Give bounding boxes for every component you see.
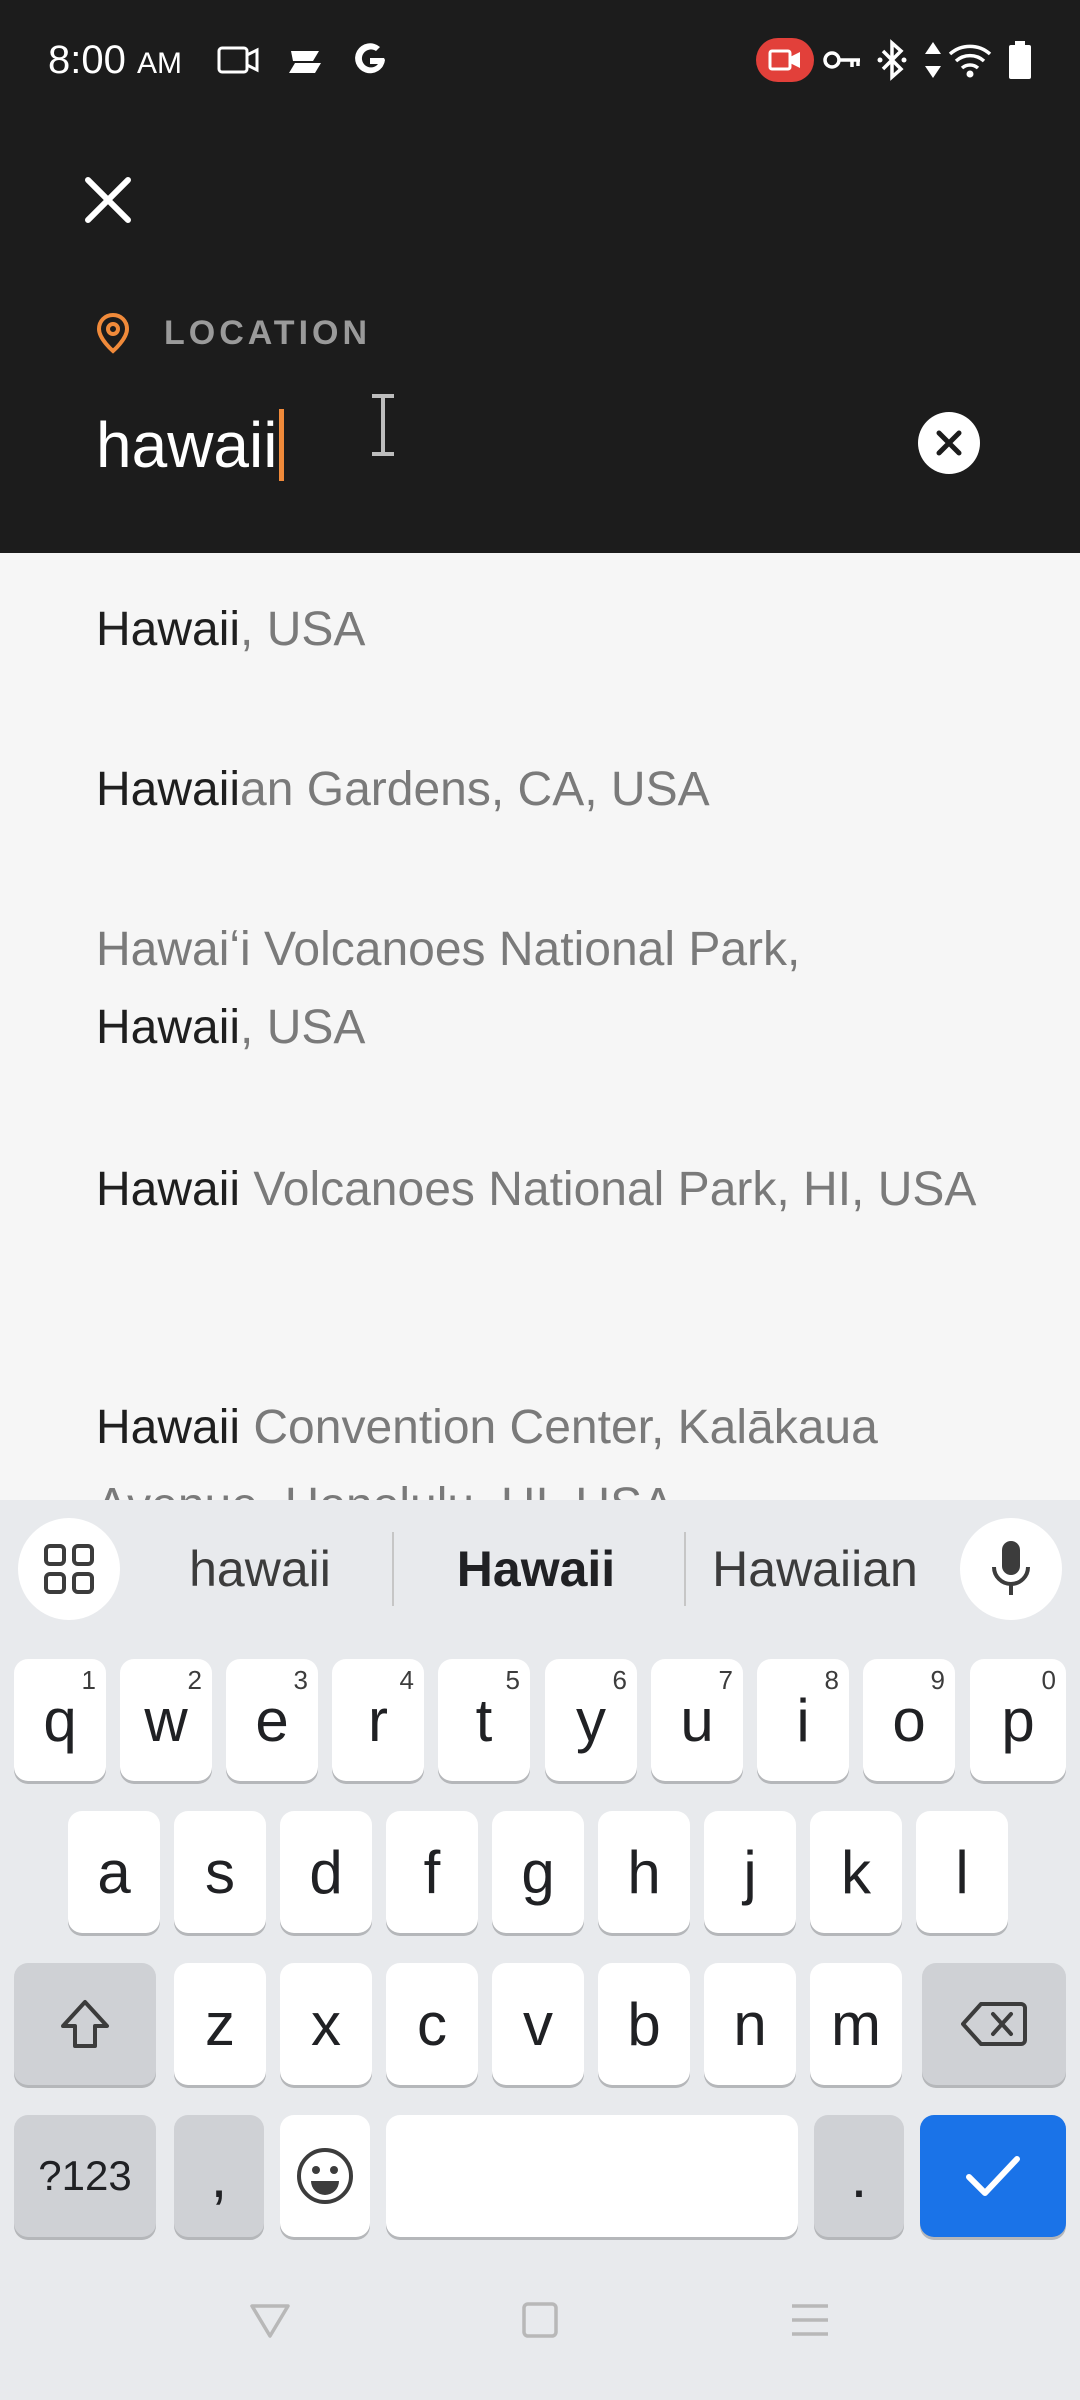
- google-icon: [348, 38, 392, 82]
- back-icon[interactable]: [246, 2296, 294, 2344]
- result-item[interactable]: Hawaii, USA: [96, 591, 996, 669]
- key-y[interactable]: y6: [545, 1659, 637, 1781]
- shift-icon: [61, 2000, 109, 2048]
- period-key[interactable]: .: [814, 2115, 904, 2237]
- key-a[interactable]: a: [68, 1811, 160, 1933]
- key-i[interactable]: i8: [757, 1659, 849, 1781]
- key-f[interactable]: f: [386, 1811, 478, 1933]
- wifi-icon: [946, 38, 994, 82]
- enter-key[interactable]: [920, 2115, 1066, 2237]
- key-e[interactable]: e3: [226, 1659, 318, 1781]
- key-m[interactable]: m: [810, 1963, 902, 2085]
- voice-input-button[interactable]: [960, 1518, 1062, 1620]
- symbols-key[interactable]: ?123: [14, 2115, 156, 2237]
- recents-menu-icon[interactable]: [786, 2296, 834, 2344]
- suggestion-3[interactable]: Hawaiian: [690, 1540, 940, 1600]
- space-key[interactable]: [386, 2115, 798, 2237]
- key-n[interactable]: n: [704, 1963, 796, 2085]
- key-s[interactable]: s: [174, 1811, 266, 1933]
- key-d[interactable]: d: [280, 1811, 372, 1933]
- result-item[interactable]: Hawaiian Gardens, CA, USA: [96, 751, 996, 829]
- status-time: 8:00 AM: [48, 38, 182, 82]
- navigation-bar: [0, 2236, 1080, 2400]
- emoji-icon: [297, 2148, 353, 2204]
- key-g[interactable]: g: [492, 1811, 584, 1933]
- apps-grid-button[interactable]: [18, 1518, 120, 1620]
- shift-key[interactable]: [14, 1963, 156, 2085]
- key-x[interactable]: x: [280, 1963, 372, 2085]
- location-pin-icon: [96, 312, 130, 354]
- bluetooth-icon: [872, 38, 912, 82]
- location-label: LOCATION: [164, 313, 372, 352]
- suggestion-divider: [392, 1532, 394, 1606]
- location-search-input[interactable]: hawaii: [96, 400, 856, 490]
- key-u[interactable]: u7: [651, 1659, 743, 1781]
- close-button[interactable]: [78, 170, 138, 230]
- clear-search-button[interactable]: [918, 412, 980, 474]
- suggestion-strip: hawaii Hawaii Hawaiian: [0, 1500, 1080, 1640]
- result-item[interactable]: Hawaii Convention Center, Kalākaua Avenu…: [96, 1389, 996, 1500]
- suggestion-2[interactable]: Hawaii: [400, 1540, 672, 1600]
- status-bar: 8:00 AM: [0, 0, 1080, 120]
- backspace-icon: [961, 2002, 1027, 2046]
- checkmark-icon: [966, 2156, 1020, 2196]
- battery-icon: [1004, 38, 1036, 82]
- screen-record-icon: [216, 38, 260, 82]
- text-caret: [279, 409, 285, 481]
- key-p[interactable]: p0: [970, 1659, 1066, 1781]
- result-item[interactable]: Hawaii Volcanoes National Park, HI, USA: [96, 1151, 996, 1229]
- key-b[interactable]: b: [598, 1963, 690, 2085]
- location-label-row: LOCATION: [96, 308, 371, 358]
- emoji-key[interactable]: [280, 2115, 370, 2237]
- result-item[interactable]: Hawaiʻi Volcanoes National Park, Hawaii,…: [96, 911, 996, 1067]
- relay-icon: [284, 38, 328, 82]
- clear-circle-icon: [936, 430, 962, 456]
- home-icon[interactable]: [516, 2296, 564, 2344]
- key-h[interactable]: h: [598, 1811, 690, 1933]
- key-l[interactable]: l: [916, 1811, 1008, 1933]
- suggestion-1[interactable]: hawaii: [140, 1540, 380, 1600]
- backspace-key[interactable]: [922, 1963, 1066, 2085]
- apps-grid-icon: [44, 1544, 94, 1594]
- key-w[interactable]: w2: [120, 1659, 212, 1781]
- key-o[interactable]: o9: [863, 1659, 955, 1781]
- key-j[interactable]: j: [704, 1811, 796, 1933]
- key-z[interactable]: z: [174, 1963, 266, 2085]
- header-area: 8:00 AM LOCATION hawaii: [0, 0, 1080, 553]
- suggestion-divider: [684, 1532, 686, 1606]
- key-k[interactable]: k: [810, 1811, 902, 1933]
- comma-key[interactable]: ,: [174, 2115, 264, 2237]
- key-c[interactable]: c: [386, 1963, 478, 2085]
- key-t[interactable]: t5: [438, 1659, 530, 1781]
- key-r[interactable]: r4: [332, 1659, 424, 1781]
- vpn-key-icon: [820, 38, 864, 82]
- recording-camera-icon: [756, 38, 814, 82]
- search-value: hawaii: [96, 409, 278, 481]
- text-cursor-icon: [372, 394, 394, 456]
- data-arrows-icon: [920, 38, 946, 82]
- close-icon: [85, 177, 131, 223]
- key-q[interactable]: q1: [14, 1659, 106, 1781]
- microphone-icon: [992, 1541, 1030, 1595]
- key-v[interactable]: v: [492, 1963, 584, 2085]
- results-list: Hawaii, USA Hawaiian Gardens, CA, USA Ha…: [0, 553, 1080, 1500]
